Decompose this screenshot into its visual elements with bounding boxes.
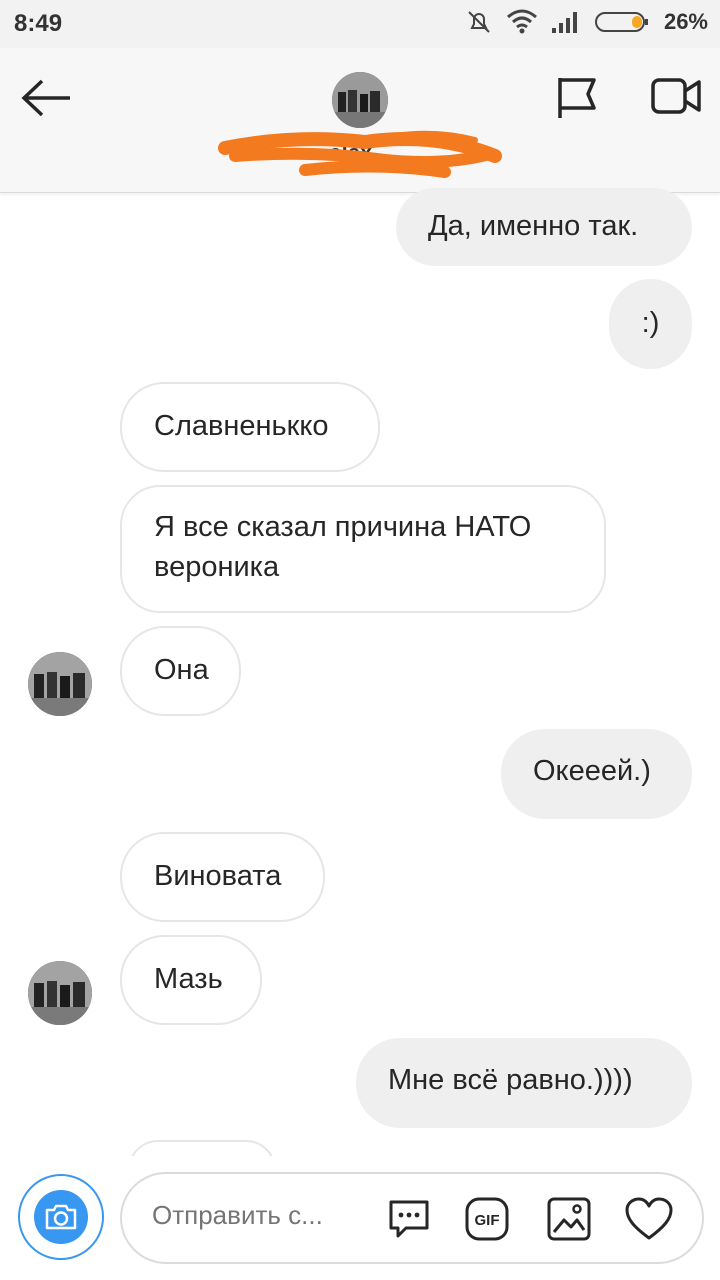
- avatar-photo: [28, 652, 92, 716]
- message-incoming[interactable]: Виновата: [120, 832, 325, 922]
- message-incoming[interactable]: Славненькко: [120, 382, 380, 472]
- gif-icon: GIF: [465, 1197, 509, 1241]
- camera-button[interactable]: [18, 1174, 104, 1260]
- message-outgoing[interactable]: Мне всё равно.)))): [356, 1038, 692, 1128]
- arrow-left-icon: [21, 79, 70, 117]
- gif-label: GIF: [475, 1212, 500, 1229]
- message-incoming[interactable]: Она: [120, 626, 241, 716]
- sticker-icon: [389, 1200, 429, 1238]
- like-button[interactable]: [624, 1196, 674, 1242]
- avatar-photo: [332, 72, 388, 128]
- sender-avatar[interactable]: [28, 961, 92, 1025]
- status-time: 8:49: [14, 10, 63, 37]
- camera-icon: [45, 1204, 77, 1230]
- camera-icon-circle: [34, 1190, 88, 1244]
- message-input[interactable]: [152, 1200, 352, 1231]
- message-outgoing[interactable]: Океeей.): [501, 729, 692, 819]
- video-camera-icon: [651, 78, 701, 114]
- wifi-icon: [506, 9, 537, 34]
- battery-percent: 26%: [663, 9, 708, 34]
- chat-header: alex...: [0, 48, 720, 193]
- contact-avatar[interactable]: [332, 72, 388, 128]
- signal-icon: [551, 12, 577, 33]
- message-line: Я все сказал причина НАТО: [154, 511, 532, 543]
- video-call-button[interactable]: [650, 76, 702, 116]
- status-bar: 8:49 26%: [0, 0, 720, 48]
- back-button[interactable]: [20, 78, 76, 118]
- gallery-icon: [547, 1197, 591, 1241]
- report-button[interactable]: [554, 74, 600, 120]
- flag-icon: [558, 78, 596, 118]
- message-incoming[interactable]: Мазь: [120, 935, 262, 1025]
- heart-icon: [625, 1197, 673, 1240]
- gif-button[interactable]: GIF: [464, 1196, 510, 1242]
- message-incoming[interactable]: Я все сказал причина НАТО вероника: [120, 485, 606, 613]
- battery-icon: [594, 12, 648, 32]
- gallery-button[interactable]: [546, 1196, 592, 1242]
- mute-icon: [468, 11, 490, 33]
- message-composer: GIF: [120, 1172, 704, 1264]
- message-outgoing[interactable]: Да, именно так.: [396, 188, 692, 266]
- avatar-photo: [28, 961, 92, 1025]
- redaction-scribble: [218, 130, 502, 178]
- sender-avatar[interactable]: [28, 652, 92, 716]
- sticker-button[interactable]: [386, 1196, 432, 1242]
- message-outgoing[interactable]: :): [609, 279, 692, 369]
- message-line: вероника: [154, 551, 280, 583]
